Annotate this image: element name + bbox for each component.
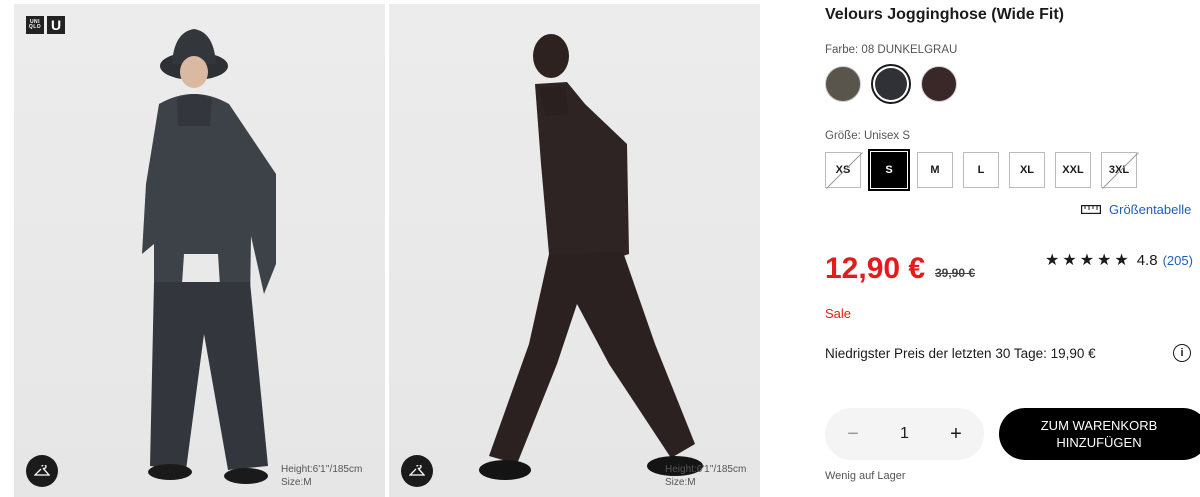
rating[interactable]: ★★★★★ 4.8 (205) <box>1045 250 1193 270</box>
ruler-icon <box>1081 205 1101 214</box>
model-size: Size:M <box>665 477 696 488</box>
decrease-quantity-button[interactable]: − <box>843 423 863 446</box>
size-option-xl[interactable]: XL <box>1009 152 1045 188</box>
lowest-price-text: Niedrigster Preis der letzten 30 Tage: 1… <box>825 346 1096 361</box>
size-chart-label: Größentabelle <box>1109 202 1192 217</box>
color-swatch[interactable] <box>825 66 861 102</box>
stock-status: Wenig auf Lager <box>825 470 906 482</box>
model-figure-2 <box>479 34 703 480</box>
product-photo-2[interactable]: Height:6'1''/185cm Size:M <box>389 4 760 497</box>
size-option-l[interactable]: L <box>963 152 999 188</box>
size-option-xs[interactable]: XS <box>825 152 861 188</box>
color-swatch-selected[interactable] <box>871 64 911 104</box>
model-size: Size:M <box>281 477 312 488</box>
size-option-xxl[interactable]: XXL <box>1055 152 1091 188</box>
review-count-link[interactable]: (205) <box>1163 253 1193 268</box>
original-price: 39,90 € <box>935 266 976 280</box>
product-details-panel: Velours Jogginghose (Wide Fit) Farbe: 08… <box>825 0 1200 497</box>
product-photo-1[interactable]: UNI QLO U Height:6'1''/185cm Size:M <box>14 4 385 497</box>
hanger-button[interactable] <box>401 455 433 487</box>
quantity-value[interactable]: 1 <box>900 425 909 443</box>
info-icon[interactable]: i <box>1173 344 1191 362</box>
sale-label: Sale <box>825 306 852 321</box>
model-info: Height:6'1''/185cm Size:M <box>281 463 362 489</box>
size-option-3xl[interactable]: 3XL <box>1101 152 1137 188</box>
model-info: Height:6'1''/185cm Size:M <box>665 463 746 489</box>
add-to-cart-line2: HINZUFÜGEN <box>1056 435 1142 450</box>
star-rating-icons: ★★★★★ <box>1045 252 1132 269</box>
model-figure-1 <box>142 29 276 484</box>
quantity-stepper: − 1 + <box>825 408 984 460</box>
add-to-cart-button[interactable]: ZUM WARENKORB HINZUFÜGEN <box>999 408 1200 460</box>
color-swatch[interactable] <box>921 66 957 102</box>
product-page: UNI QLO U Height:6'1''/185cm Size:M Heig… <box>0 0 1200 497</box>
increase-quantity-button[interactable]: + <box>946 423 966 446</box>
rating-value: 4.8 <box>1136 251 1158 269</box>
hanger-button[interactable] <box>26 455 58 487</box>
size-options: XS S M L XL XXL 3XL <box>825 149 1137 191</box>
size-option-s[interactable]: S <box>868 149 910 191</box>
hanger-icon <box>34 465 50 476</box>
current-price: 12,90 € <box>825 252 926 285</box>
size-option-m[interactable]: M <box>917 152 953 188</box>
model-height: Height:6'1''/185cm <box>665 464 747 475</box>
color-swatches <box>825 64 957 104</box>
size-label: Größe: Unisex S <box>825 130 910 142</box>
color-label: Farbe: 08 DUNKELGRAU <box>825 44 958 56</box>
hanger-icon <box>409 465 425 476</box>
add-to-cart-line1: ZUM WARENKORB <box>1040 418 1158 433</box>
product-title: Velours Jogginghose (Wide Fit) <box>825 6 1064 23</box>
size-chart-link[interactable]: Größentabelle <box>1081 202 1191 217</box>
model-height: Height:6'1''/185cm <box>281 464 363 475</box>
